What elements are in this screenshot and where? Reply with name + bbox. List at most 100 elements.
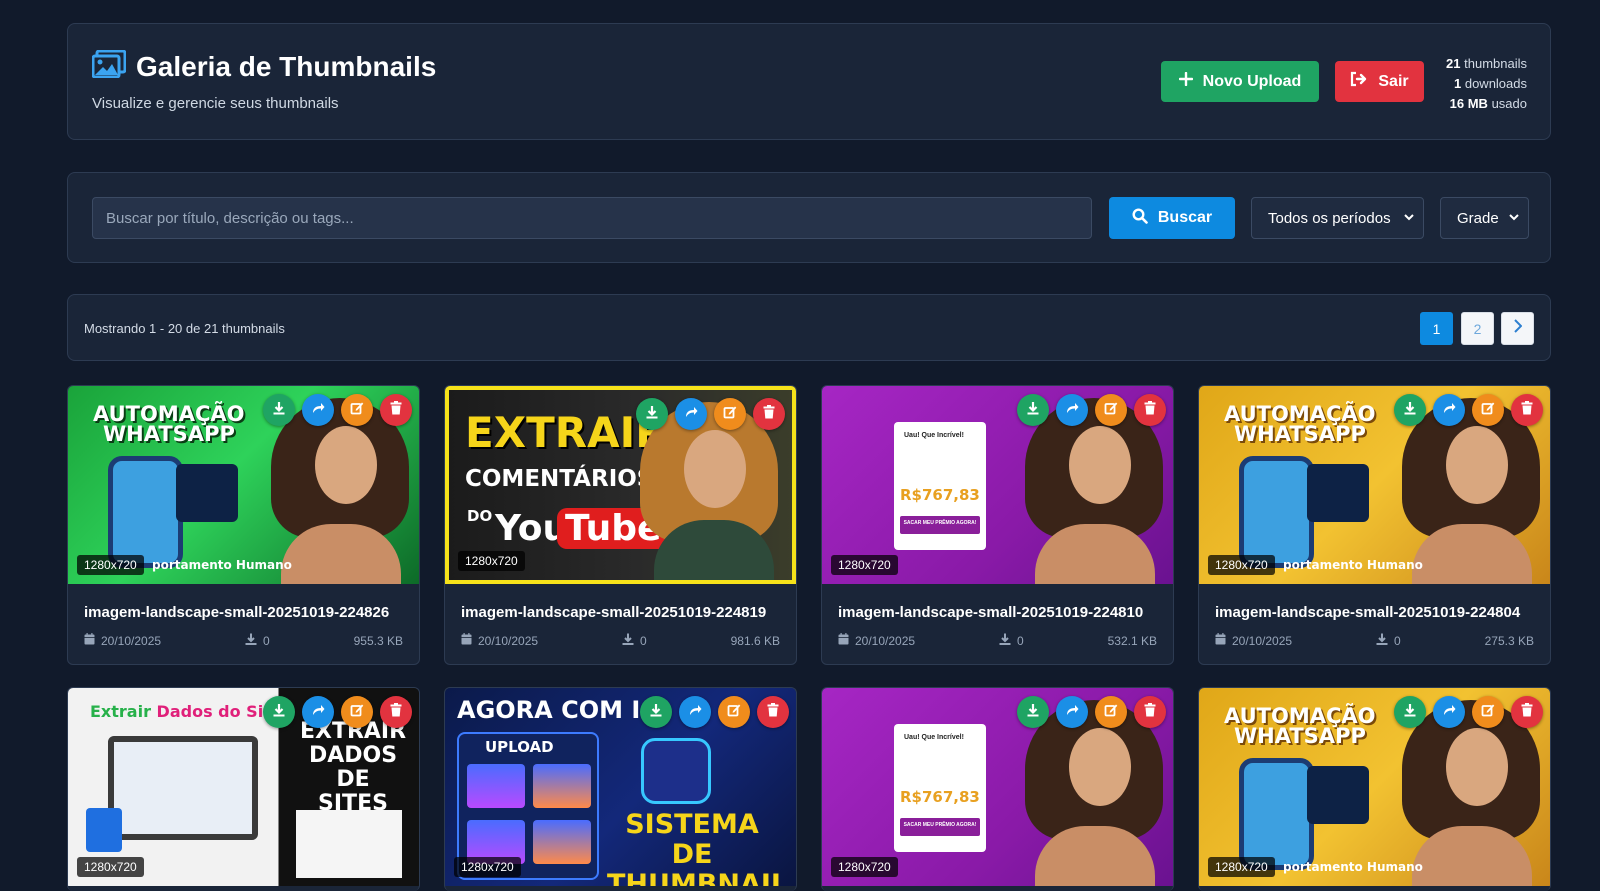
download-button[interactable] xyxy=(1017,394,1049,426)
download-icon xyxy=(645,405,659,424)
edit-button[interactable] xyxy=(341,696,373,728)
plus-icon xyxy=(1178,71,1193,91)
edit-button[interactable] xyxy=(718,696,750,728)
brain-icon-illustration xyxy=(641,738,711,804)
thumbnail-card[interactable]: Extrair Dados do Site EXTRAIR DADOS DE S… xyxy=(67,687,420,891)
download-icon xyxy=(1403,703,1417,722)
edit-icon xyxy=(1104,703,1118,722)
delete-button[interactable] xyxy=(1134,394,1166,426)
share-button[interactable] xyxy=(679,696,711,728)
card-title: imagem-landscape-small-20251019-224826 xyxy=(84,604,390,621)
thumbnail-image[interactable]: Extrair Dados do Site EXTRAIR DADOS DE S… xyxy=(68,688,419,886)
thumbnail-image[interactable]: Uau! Que Incrível! R$767,83 SACAR MEU PR… xyxy=(822,386,1173,584)
card-size: 981.6 KB xyxy=(730,633,780,648)
code-illustration xyxy=(176,464,238,522)
edit-icon xyxy=(1104,401,1118,420)
download-icon xyxy=(245,633,257,648)
stat-storage: 16 MB usado xyxy=(1449,96,1527,111)
thumbnail-image[interactable]: Uau! Que Incrível! R$767,83 SACAR MEU PR… xyxy=(822,688,1173,886)
resolution-badge: 1280x720 xyxy=(458,551,525,571)
share-button[interactable] xyxy=(302,394,334,426)
delete-button[interactable] xyxy=(1134,696,1166,728)
view-mode-select[interactable]: Grade xyxy=(1440,197,1529,239)
art-text-line: Extrair xyxy=(90,702,151,721)
card-actions xyxy=(640,696,789,728)
card-meta: 20/10/2025 0 532.1 KB xyxy=(838,633,1157,648)
download-icon xyxy=(1026,703,1040,722)
download-button[interactable] xyxy=(1394,394,1426,426)
download-button[interactable] xyxy=(1394,696,1426,728)
page-1-button[interactable]: 1 xyxy=(1420,312,1453,345)
resolution-badge: 1280x720 xyxy=(1208,857,1275,877)
search-panel: Buscar Todos os períodos Grade xyxy=(67,172,1551,263)
promo-value: R$767,83 xyxy=(900,486,980,504)
delete-button[interactable] xyxy=(1511,696,1543,728)
delete-button[interactable] xyxy=(380,394,412,426)
stat-downloads: 1 downloads xyxy=(1453,76,1527,91)
art-text-line: AUTOMAÇÃO xyxy=(1224,402,1376,426)
thumbnail-card[interactable]: Uau! Que Incrível! R$767,83 SACAR MEU PR… xyxy=(821,385,1174,665)
share-button[interactable] xyxy=(1056,394,1088,426)
new-upload-button[interactable]: Novo Upload xyxy=(1161,61,1319,102)
person-face xyxy=(1446,426,1508,504)
edit-button[interactable] xyxy=(1472,696,1504,728)
share-button[interactable] xyxy=(1056,696,1088,728)
thumbnail-card[interactable]: AGORA COM I UPLOAD SISTEMA DE THUMBNAIL … xyxy=(444,687,797,891)
page-2-button[interactable]: 2 xyxy=(1461,312,1494,345)
resolution-badge: 1280x720 xyxy=(1208,555,1275,575)
thumbnail-image[interactable]: AUTOMAÇÃO WHATSAPP portamento Humano 128… xyxy=(68,386,419,584)
delete-button[interactable] xyxy=(757,696,789,728)
thumbnail-image[interactable]: AUTOMAÇÃO WHATSAPP portamento Humano 128… xyxy=(1199,688,1550,886)
promo-card-illustration: Uau! Que Incrível! R$767,83 SACAR MEU PR… xyxy=(894,422,986,550)
edit-button[interactable] xyxy=(341,394,373,426)
download-button[interactable] xyxy=(263,394,295,426)
share-button[interactable] xyxy=(302,696,334,728)
art-footer-text: portamento Humano xyxy=(1283,558,1423,572)
download-button[interactable] xyxy=(636,398,668,430)
edit-button[interactable] xyxy=(1472,394,1504,426)
promo-cta: SACAR MEU PRÊMIO AGORA! xyxy=(900,818,980,836)
delete-button[interactable] xyxy=(1511,394,1543,426)
share-button[interactable] xyxy=(675,398,707,430)
next-page-button[interactable] xyxy=(1501,312,1534,345)
edit-button[interactable] xyxy=(714,398,746,430)
thumbnail-card[interactable]: Uau! Que Incrível! R$767,83 SACAR MEU PR… xyxy=(821,687,1174,891)
edit-button[interactable] xyxy=(1095,394,1127,426)
card-actions xyxy=(1394,696,1543,728)
share-button[interactable] xyxy=(1433,394,1465,426)
edit-button[interactable] xyxy=(1095,696,1127,728)
thumbnail-card[interactable]: AUTOMAÇÃO WHATSAPP portamento Humano 128… xyxy=(67,385,420,665)
share-icon xyxy=(688,703,702,722)
search-button[interactable]: Buscar xyxy=(1109,197,1235,239)
thumbnail-image[interactable]: AUTOMAÇÃO WHATSAPP portamento Humano 128… xyxy=(1199,386,1550,584)
download-button[interactable] xyxy=(1017,696,1049,728)
card-size: 532.1 KB xyxy=(1107,633,1157,648)
thumbnail-image[interactable]: AGORA COM I UPLOAD SISTEMA DE THUMBNAIL … xyxy=(445,688,796,886)
share-icon xyxy=(1442,703,1456,722)
download-icon xyxy=(1376,633,1388,648)
delete-button[interactable] xyxy=(380,696,412,728)
download-icon xyxy=(649,703,663,722)
search-input[interactable] xyxy=(92,197,1092,239)
card-date-value: 20/10/2025 xyxy=(101,633,162,648)
logout-button[interactable]: Sair xyxy=(1335,61,1424,102)
period-select[interactable]: Todos os períodos xyxy=(1251,197,1424,239)
card-body: imagem-landscape-small-20251019-224804 2… xyxy=(1199,584,1550,664)
trash-icon xyxy=(763,404,775,424)
share-button[interactable] xyxy=(1433,696,1465,728)
phone-illustration xyxy=(1239,456,1314,568)
resolution-badge: 1280x720 xyxy=(77,555,144,575)
thumbnail-image[interactable]: EXTRAIR COMENTÁRIOS DO You Tube 1280x720 xyxy=(445,386,796,584)
sign-out-icon xyxy=(1350,71,1368,92)
art-text-line: DE SITES xyxy=(318,767,388,816)
card-size: 955.3 KB xyxy=(353,633,403,648)
thumbnail-card[interactable]: AUTOMAÇÃO WHATSAPP portamento Humano 128… xyxy=(1198,687,1551,891)
logout-label: Sair xyxy=(1378,72,1409,90)
download-button[interactable] xyxy=(640,696,672,728)
delete-button[interactable] xyxy=(753,398,785,430)
download-button[interactable] xyxy=(263,696,295,728)
thumbnail-card[interactable]: EXTRAIR COMENTÁRIOS DO You Tube 1280x720… xyxy=(444,385,797,665)
bag-illustration xyxy=(86,808,122,852)
art-text-line: SISTEMA DE xyxy=(625,809,759,870)
thumbnail-card[interactable]: AUTOMAÇÃO WHATSAPP portamento Humano 128… xyxy=(1198,385,1551,665)
